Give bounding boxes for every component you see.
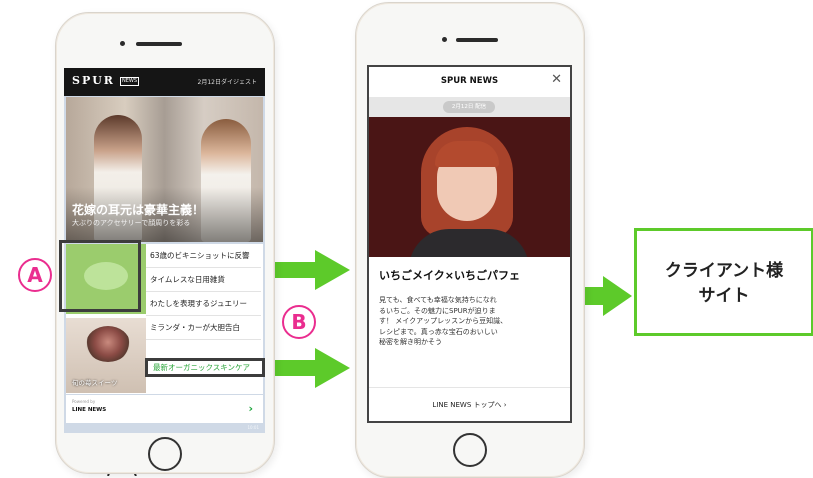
arrow-b [265, 348, 350, 388]
brand-badge: NEWS [120, 77, 140, 86]
chevron-right-icon[interactable]: › [248, 402, 253, 415]
marker-b: B [282, 305, 316, 339]
marker-a: A [18, 258, 52, 292]
arrow-client [580, 276, 632, 316]
highlight-a [59, 240, 141, 312]
article-title: いちごメイク×いちごパフェ [379, 269, 520, 282]
article-body: 見ても、食べても幸福な気持ちになれ るいちご。その魅力にSPURが迫りま す！ … [379, 296, 508, 346]
list-item[interactable]: わたしを表現するジュエリー [146, 292, 261, 316]
client-site-box: クライアント様 サイト [634, 228, 813, 336]
date-band: 2月12日 配信 [369, 97, 570, 117]
screen-article: SPUR NEWS ✕ 2月12日 配信 いちごメイク×いちごパフェ 見ても、食… [367, 65, 572, 423]
header-title: SPUR NEWS [440, 76, 499, 86]
camera-icon [120, 41, 125, 46]
line-news-logo: LINE NEWS [72, 407, 107, 413]
speaker [456, 38, 498, 42]
thumbnail-caption: 旬の苺スイーツ [72, 379, 118, 387]
article-photo [369, 117, 570, 257]
line-news-top-link[interactable]: LINE NEWS トップへ › [369, 387, 570, 421]
close-icon[interactable]: ✕ [551, 72, 562, 87]
home-button[interactable] [148, 437, 182, 471]
list-item[interactable]: 63歳のビキニショットに反響 [146, 244, 261, 268]
phone-right: SPUR NEWS ✕ 2月12日 配信 いちごメイク×いちごパフェ 見ても、食… [355, 2, 585, 478]
speaker [136, 42, 182, 46]
digest-date: 2月12日ダイジェスト [197, 79, 257, 86]
home-button[interactable] [453, 433, 487, 467]
chevron-right-icon: › [503, 401, 507, 409]
brand-logo: SPUR [72, 74, 115, 87]
list-item[interactable]: タイムレスな日用雑貨 [146, 268, 261, 292]
camera-icon [442, 37, 447, 42]
app-header: SPUR NEWS 2月12日ダイジェスト [64, 68, 265, 96]
hero-title[interactable]: 花嫁の耳元は豪華主義！ [72, 201, 204, 218]
powered-by-label: Powered by [72, 399, 96, 404]
list-item[interactable]: ミランダ・カーが大胆告白 [146, 316, 261, 340]
client-site-label: クライアント様 サイト [664, 261, 784, 306]
publish-date: 2月12日 配信 [443, 101, 495, 113]
article-header: SPUR NEWS ✕ [369, 67, 570, 97]
timestamp: 10:01 [247, 425, 259, 430]
thumbnail-sweets[interactable]: 旬の苺スイーツ [66, 318, 146, 393]
highlight-b[interactable]: 最新オーガニックスキンケア [145, 358, 265, 377]
hero-subtitle: 大ぶりのアクセサリーで顔周りを彩る [72, 219, 191, 227]
list-item-highlighted[interactable]: 最新オーガニックスキンケア [153, 362, 250, 373]
line-news-footer[interactable]: Powered by LINE NEWS › [66, 395, 263, 423]
